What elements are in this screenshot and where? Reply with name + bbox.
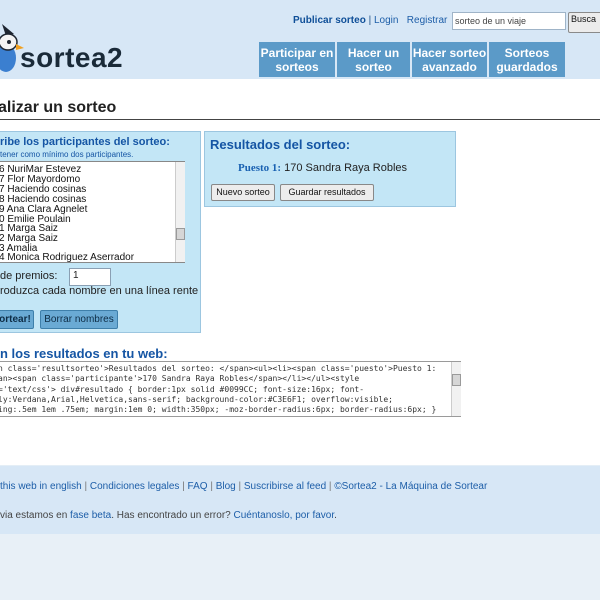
publish-link[interactable]: Publicar sorteo	[293, 15, 366, 26]
toplinks-separator	[398, 15, 406, 26]
guardar-resultados-button[interactable]: Guardar resultados	[280, 184, 374, 201]
nav-tab-label: Hacer sorteo avanzado	[412, 45, 487, 74]
sortear-button[interactable]: ortear!	[0, 310, 34, 329]
logo-wordmark[interactable]: sortea2	[20, 42, 123, 74]
search-button[interactable]: Busca	[568, 12, 600, 33]
footer-note-text: via estamos en	[0, 510, 71, 521]
embed-title: n los resultados en tu web:	[0, 346, 168, 361]
name-line: 4 Monica Rodriguez Aserrador	[0, 252, 135, 263]
nav-tab-hacer-sorteo[interactable]: Hacer un sorteo	[337, 42, 410, 77]
prizes-input[interactable]: 1	[69, 268, 111, 286]
english-link[interactable]: this web in english	[0, 481, 82, 492]
participants-textarea[interactable]: ——————————— 6 NuriMar Estevez 7 Flor May…	[0, 161, 185, 263]
nav-tab-label: Sorteos guardados	[496, 45, 558, 74]
login-link[interactable]: Login	[374, 15, 398, 26]
code-line: ='text/css'> div#resultado { border:1px …	[0, 385, 365, 394]
page-bottom	[0, 534, 600, 600]
footer-note-text: . Has encontrado un error?	[111, 510, 234, 521]
blog-link[interactable]: Blog	[216, 481, 236, 492]
nav-tab-sorteo-avanzado[interactable]: Hacer sorteo avanzado	[412, 42, 487, 77]
participants-title: ribe los participantes del sorteo:	[0, 136, 170, 148]
faq-link[interactable]: FAQ	[188, 481, 208, 492]
footer	[0, 466, 600, 534]
embed-scrollbar[interactable]	[451, 362, 461, 416]
footer-separator: |	[81, 481, 90, 492]
footer-note-text: .	[334, 510, 337, 521]
hint-text: roduzca cada nombre en una línea rente	[0, 285, 199, 297]
search-input[interactable]	[452, 12, 566, 30]
title-divider	[0, 119, 600, 120]
participants-scrollbar[interactable]	[175, 162, 185, 262]
code-line: ly:Verdana,Arial,Helvetica,sans-serif; b…	[0, 395, 393, 404]
participants-subtitle: tener como mínimo dos participantes.	[0, 150, 134, 159]
footer-links: this web in english | Condiciones legale…	[0, 481, 487, 492]
nuevo-sorteo-button[interactable]: Nuevo sorteo	[211, 184, 275, 201]
nav-tab-participar[interactable]: Participar en sorteos	[259, 42, 335, 77]
footer-separator: |	[179, 481, 188, 492]
results-title: Resultados del sorteo:	[210, 137, 351, 152]
nav-tab-label: Hacer un sorteo	[347, 45, 400, 74]
footer-note: via estamos en fase beta. Has encontrado…	[0, 510, 337, 521]
embed-scroll-thumb[interactable]	[452, 374, 461, 386]
contact-link[interactable]: Cuéntanoslo, por favor	[234, 510, 335, 521]
borrar-nombres-button[interactable]: Borrar nombres	[40, 310, 118, 329]
legal-link[interactable]: Condiciones legales	[90, 481, 180, 492]
copyright-link[interactable]: ©Sortea2 - La Máquina de Sortear	[334, 481, 487, 492]
result-position-label: Puesto 1:	[238, 162, 282, 174]
code-line: ing:.5em 1em .75em; margin:1em 0; width:…	[0, 405, 437, 414]
feed-link[interactable]: Suscribirse al feed	[244, 481, 326, 492]
logo-number: 2	[107, 42, 124, 73]
register-link[interactable]: Registrar	[407, 15, 448, 26]
toplinks-separator: |	[365, 15, 374, 26]
page-title: alizar un sorteo	[0, 99, 117, 116]
nav-tab-sorteos-guardados[interactable]: Sorteos guardados	[489, 42, 565, 77]
prizes-label: de premios:	[0, 270, 58, 282]
result-entry: Puesto 1: 170 Sandra Raya Robles	[238, 162, 407, 174]
code-line: an><span class='participante'>170 Sandra…	[0, 374, 360, 383]
top-links: Publicar sorteo | Login Registrar	[293, 15, 447, 26]
logo-text: sortea	[20, 42, 108, 73]
code-line: n class='resultsorteo'>Resultados del so…	[0, 364, 437, 373]
nav-tab-label: Participar en sorteos	[260, 45, 334, 74]
footer-separator: |	[207, 481, 216, 492]
participants-scroll-thumb[interactable]	[176, 228, 185, 240]
result-winner: 170 Sandra Raya Robles	[284, 162, 408, 174]
footer-separator: |	[235, 481, 244, 492]
beta-link[interactable]: fase beta	[70, 510, 111, 521]
embed-code-textarea[interactable]: n class='resultsorteo'>Resultados del so…	[0, 361, 461, 417]
